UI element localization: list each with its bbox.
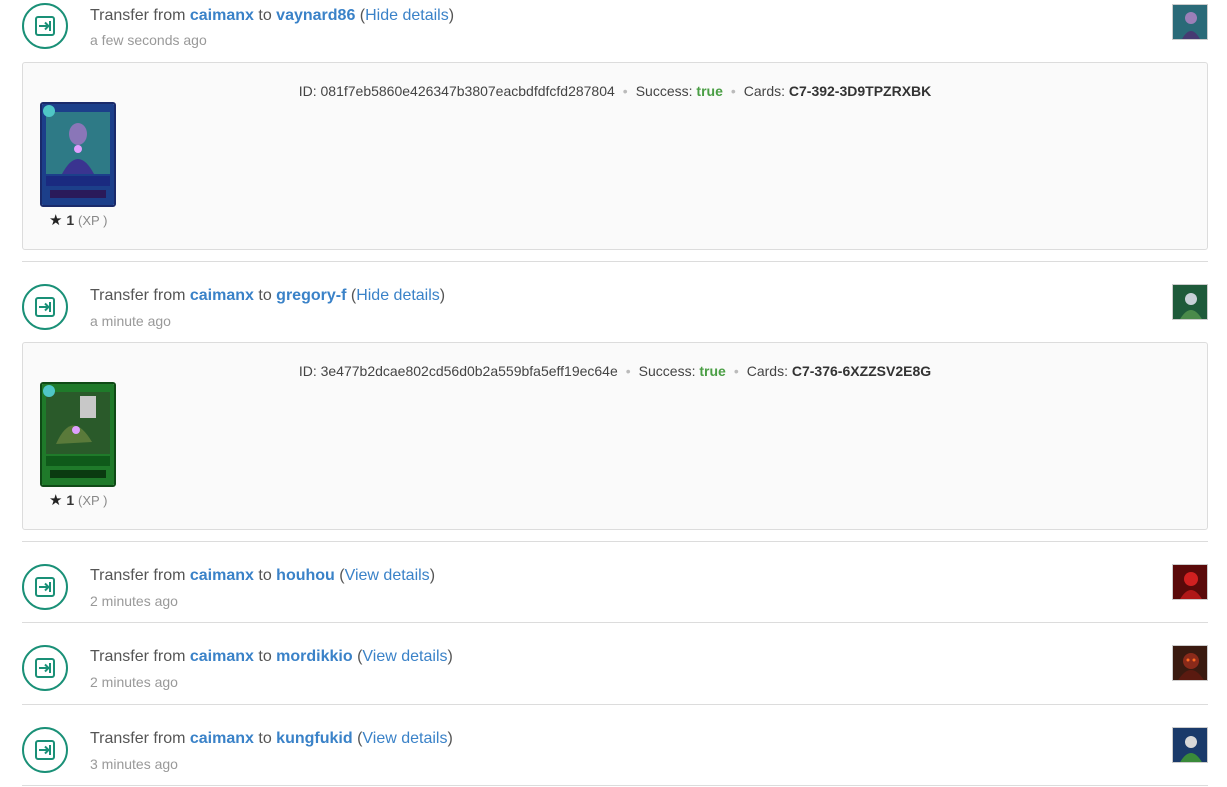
from-user-link[interactable]: caimanx: [190, 287, 254, 304]
transfer-icon: [22, 727, 68, 773]
transfer-event: Transfer from caimanx to mordikkio (View…: [22, 623, 1208, 705]
to-user-link[interactable]: vaynard86: [276, 7, 355, 24]
transfer-summary: Transfer from caimanx to kungfukid (View…: [90, 730, 453, 747]
transfer-event: Transfer from caimanx to gregory-f (Hide…: [22, 262, 1208, 542]
hide-details-link[interactable]: Hide details: [365, 7, 449, 24]
transfer-event: Transfer from caimanx to kungfukid (View…: [22, 705, 1208, 786]
transfer-summary: Transfer from caimanx to mordikkio (View…: [90, 648, 453, 665]
avatar[interactable]: [1172, 4, 1208, 40]
card-xp: ★ 1 (XP ): [49, 492, 108, 509]
timestamp: 2 minutes ago: [90, 674, 178, 690]
transfer-summary: Transfer from caimanx to vaynard86 (Hide…: [90, 7, 455, 24]
transaction-id: 081f7eb5860e426347b3807eacbdfdfcfd287804: [320, 83, 615, 99]
timestamp: 3 minutes ago: [90, 756, 178, 772]
card-id[interactable]: C7-392-3D9TPZRXBK: [789, 83, 931, 99]
transfer-event: Transfer from caimanx to vaynard86 (Hide…: [22, 0, 1208, 262]
avatar[interactable]: [1172, 564, 1208, 600]
activity-feed: Transfer from caimanx to vaynard86 (Hide…: [22, 0, 1208, 786]
card-image[interactable]: [40, 382, 116, 487]
transfer-meta: ID: 081f7eb5860e426347b3807eacbdfdfcfd28…: [298, 83, 932, 99]
transfer-icon: [22, 3, 68, 49]
card-id[interactable]: C7-376-6XZZSV2E8G: [792, 363, 931, 379]
card-xp: ★ 1 (XP ): [49, 212, 108, 229]
star-icon: ★: [49, 492, 63, 509]
view-details-link[interactable]: View details: [362, 730, 447, 747]
view-details-link[interactable]: View details: [345, 567, 430, 584]
transfer-details-panel: ID: 081f7eb5860e426347b3807eacbdfdfcfd28…: [22, 62, 1208, 250]
transfer-icon: [22, 645, 68, 691]
card-image[interactable]: [40, 102, 116, 207]
transfer-icon: [22, 284, 68, 330]
timestamp: 2 minutes ago: [90, 593, 178, 609]
to-user-link[interactable]: gregory-f: [276, 287, 346, 304]
hide-details-link[interactable]: Hide details: [356, 287, 440, 304]
to-user-link[interactable]: mordikkio: [276, 648, 352, 665]
view-details-link[interactable]: View details: [362, 648, 447, 665]
success-value: true: [696, 83, 723, 99]
transfer-event: Transfer from caimanx to houhou (View de…: [22, 542, 1208, 623]
avatar[interactable]: [1172, 284, 1208, 320]
timestamp: a few seconds ago: [90, 32, 207, 48]
from-user-link[interactable]: caimanx: [190, 7, 254, 24]
from-user-link[interactable]: caimanx: [190, 567, 254, 584]
avatar[interactable]: [1172, 727, 1208, 763]
from-user-link[interactable]: caimanx: [190, 648, 254, 665]
transfer-summary: Transfer from caimanx to houhou (View de…: [90, 567, 436, 584]
timestamp: a minute ago: [90, 313, 171, 329]
transfer-meta: ID: 3e477b2dcae802cd56d0b2a559bfa5eff19e…: [298, 363, 932, 379]
star-icon: ★: [49, 212, 63, 229]
transaction-id: 3e477b2dcae802cd56d0b2a559bfa5eff19ec64e: [320, 363, 618, 379]
from-user-link[interactable]: caimanx: [190, 730, 254, 747]
transfer-icon: [22, 564, 68, 610]
avatar[interactable]: [1172, 645, 1208, 681]
success-value: true: [699, 363, 726, 379]
to-user-link[interactable]: kungfukid: [276, 730, 352, 747]
to-user-link[interactable]: houhou: [276, 567, 335, 584]
transfer-summary: Transfer from caimanx to gregory-f (Hide…: [90, 287, 446, 304]
transfer-details-panel: ID: 3e477b2dcae802cd56d0b2a559bfa5eff19e…: [22, 342, 1208, 530]
